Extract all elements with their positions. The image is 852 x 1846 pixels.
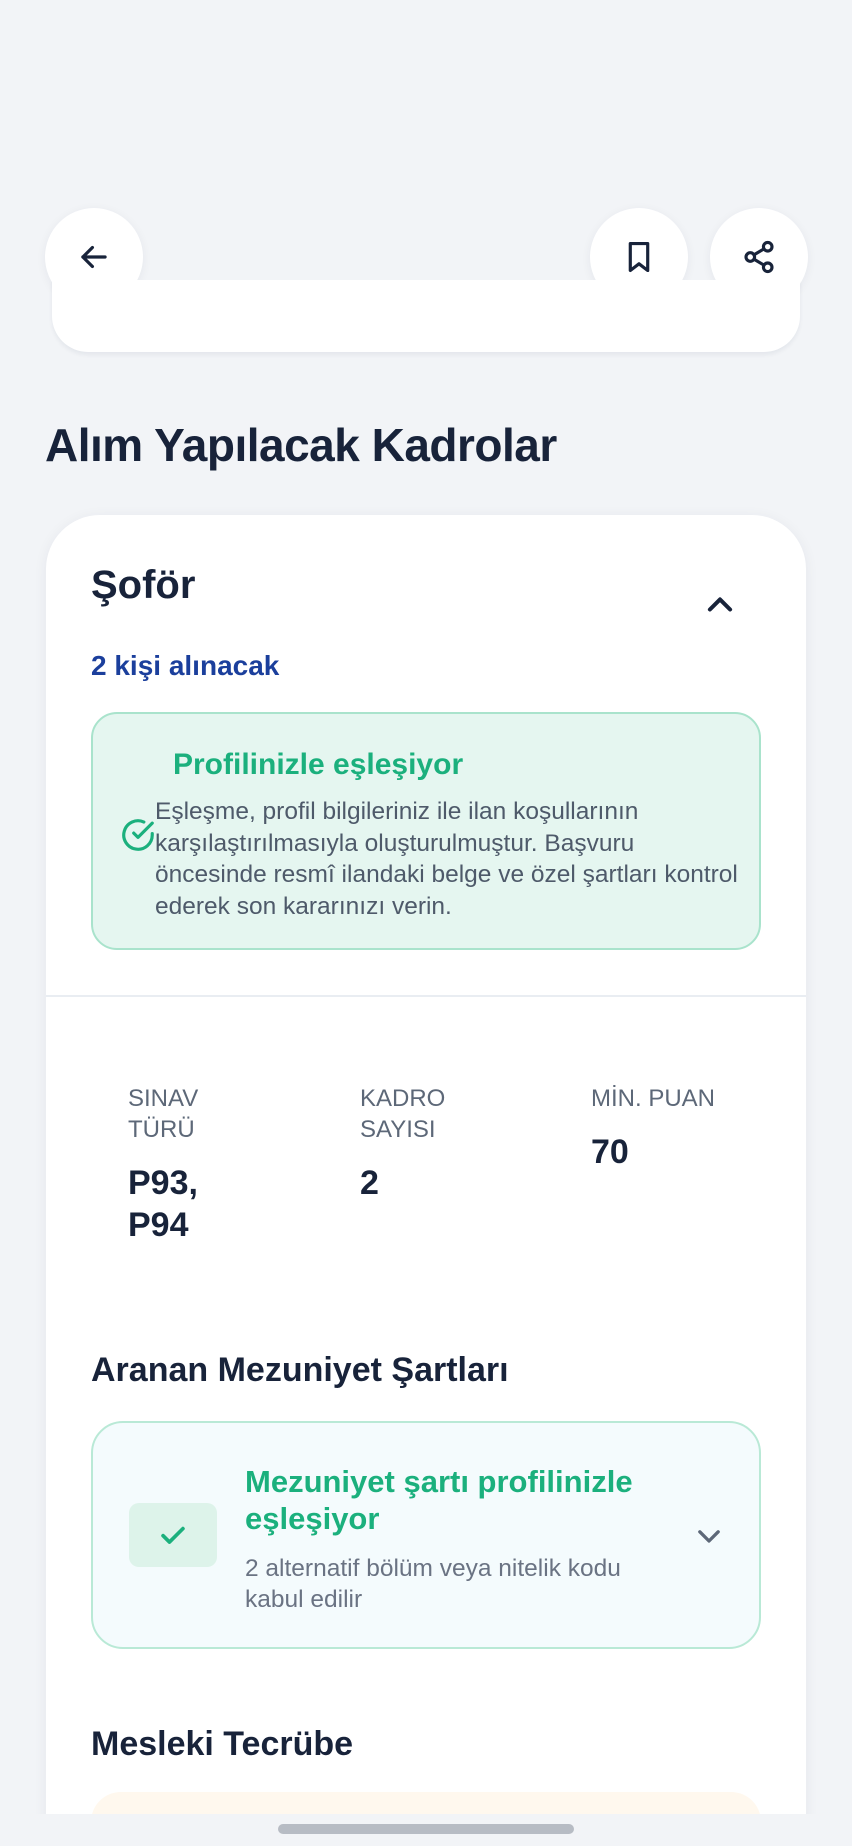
graduation-status-subtitle: 2 alternatif bölüm veya nitelik kodu kab…: [245, 1555, 621, 1613]
stat-value: 2: [360, 1164, 379, 1202]
check-icon: [161, 1526, 185, 1544]
section-title: Alım Yapılacak Kadrolar: [45, 419, 557, 471]
stat-value: 70: [591, 1133, 629, 1171]
stat-exam-type: SINAV TÜRÜ P93, P94: [128, 1083, 328, 1246]
expand-toggle[interactable]: [689, 1516, 729, 1556]
job-detail-screen: Alım Yapılacak Kadrolar Şoför 2 kişi alı…: [0, 0, 852, 1846]
stat-min-score: MİN. PUAN 70: [591, 1083, 791, 1173]
position-title: Şoför: [91, 563, 196, 607]
graduation-heading: Aranan Mezuniyet Şartları: [91, 1351, 509, 1389]
divider: [46, 995, 806, 997]
previous-card-edge: [52, 280, 800, 352]
stat-position-count: KADRO SAYISI 2: [360, 1083, 560, 1204]
stat-label: KADRO SAYISI: [360, 1085, 446, 1143]
check-tile: [129, 1503, 217, 1567]
chevron-up-icon: [707, 597, 733, 612]
profile-match-box: Profilinizle eşleşiyor Eşleşme, profil b…: [91, 712, 761, 950]
graduation-match-box[interactable]: Mezuniyet şartı profilinizle eşleşiyor 2…: [91, 1421, 761, 1649]
match-description: Eşleşme, profil bilgileriniz ile ilan ko…: [155, 798, 738, 920]
stat-value: P93, P94: [128, 1164, 198, 1244]
match-title: Profilinizle eşleşiyor: [173, 748, 464, 781]
arrow-left-icon: [81, 245, 107, 269]
bookmark-icon: [628, 241, 650, 273]
experience-heading: Mesleki Tecrübe: [91, 1725, 354, 1763]
position-card: Şoför 2 kişi alınacak Profilinizle eşleş…: [46, 515, 806, 1846]
collapse-toggle[interactable]: [698, 582, 742, 626]
stat-label: MİN. PUAN: [591, 1085, 716, 1112]
positions-count: 2 kişi alınacak: [91, 650, 280, 681]
share-icon: [744, 240, 774, 274]
chevron-down-icon: [698, 1530, 720, 1543]
home-indicator[interactable]: [278, 1824, 574, 1834]
check-circle-icon: [122, 819, 154, 851]
stat-label: SINAV TÜRÜ: [128, 1085, 199, 1143]
graduation-status-title: Mezuniyet şartı profilinizle eşleşiyor: [245, 1464, 633, 1536]
